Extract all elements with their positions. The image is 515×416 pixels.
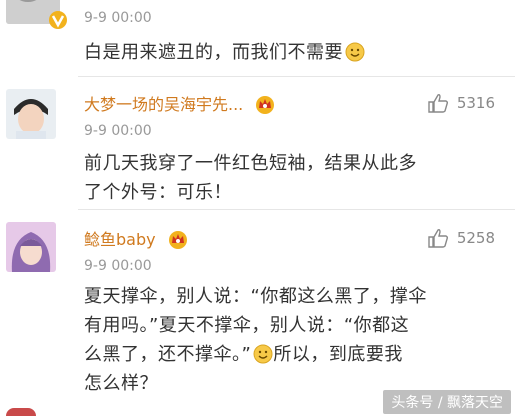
comment-feed: 9-9 00:00 白是用来遮丑的，而我们不需要 大梦一场的吴海宇先... 53… [0,0,515,416]
like-button[interactable]: 5258 [427,228,495,248]
crown-badge-icon [256,96,275,114]
comment-item: 大梦一场的吴海宇先... 5316 9-9 00:00 前几天我穿了一件红色短袖… [0,77,515,209]
comment-item: 鲶鱼baby 5258 9-9 00:00 夏天撑伞，别人说：“你都这么黑了，撑… [0,210,515,416]
username[interactable]: 鲶鱼baby [84,226,189,250]
next-avatar-peek [6,408,36,416]
avatar[interactable] [6,89,56,139]
smile-emoji-icon [345,42,365,62]
comment-item: 9-9 00:00 白是用来遮丑的，而我们不需要 [0,0,515,76]
avatar[interactable] [6,222,56,272]
comment-text: 夏天撑伞，别人说：“你都这么黑了，撑伞 有用吗。”夏天不撑伞，别人说：“你都这 … [84,286,427,394]
comment-time: 9-9 00:00 [84,10,152,26]
smile-emoji-icon [253,344,273,364]
crown-badge-icon [168,231,187,249]
like-button[interactable]: 5316 [427,93,495,113]
verified-v-icon [49,11,67,29]
like-count: 5316 [456,94,495,112]
comment-time: 9-9 00:00 [84,123,152,139]
thumbs-up-icon [428,229,448,248]
source-watermark: 头条号 / 飘落天空 [383,390,511,414]
comment-text: 白是用来遮丑的，而我们不需要 [84,38,495,67]
like-count: 5258 [456,229,495,247]
comment-text: 前几天我穿了一件红色短袖，结果从此多 了个外号：可乐！ [84,153,417,203]
comment-time: 9-9 00:00 [84,258,152,274]
username[interactable]: 大梦一场的吴海宇先... [84,91,276,115]
thumbs-up-icon [428,94,448,113]
